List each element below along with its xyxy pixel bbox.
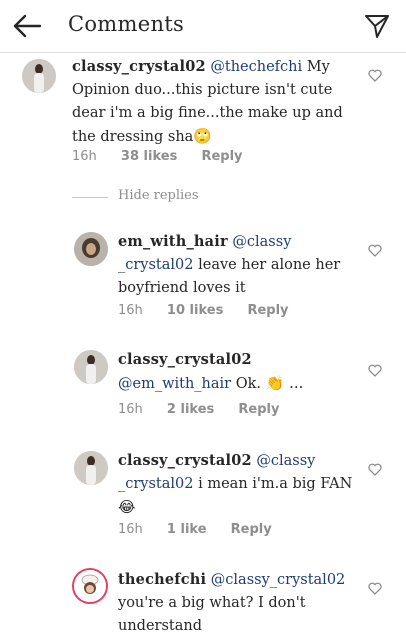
heart-icon[interactable] (368, 364, 382, 377)
reply-item: classy_crystal02 @classy _crystal02 i me… (0, 449, 406, 549)
comment-body: Ok. (231, 376, 262, 392)
likes-count[interactable]: 1 like (167, 522, 207, 537)
reply-item: em_with_hair @classy _crystal02 leave he… (0, 230, 406, 330)
comment-text: classy_crystal02 @thechefchi My Opinion … (72, 55, 364, 149)
comment-text: thechefchi @classy_crystal02 you're a bi… (118, 568, 362, 638)
comment-mention[interactable]: @classy_crystal02 (211, 572, 345, 588)
hide-replies-toggle[interactable]: Hide replies (72, 186, 272, 210)
comment-username[interactable]: classy_crystal02 (118, 452, 252, 469)
page-title: Comments (68, 12, 185, 36)
comment-time: 16h (118, 303, 143, 318)
comment-item: classy_crystal02 @thechefchi My Opinion … (0, 55, 406, 175)
comment-meta: 16h 10 likes Reply (118, 303, 309, 318)
reply-item: classy_crystal02 @em_with_hair Ok. 👏 ...… (0, 348, 406, 428)
likes-count[interactable]: 38 likes (121, 149, 177, 164)
comment-body: you're a big what? I don't understand (118, 595, 306, 634)
reply-button[interactable]: Reply (238, 402, 279, 417)
reply-button[interactable]: Reply (247, 303, 288, 318)
paper-plane-icon[interactable] (364, 13, 390, 39)
comment-text: classy_crystal02 @em_with_hair Ok. 👏 ... (118, 348, 362, 396)
clapping-hands-emoji: 👏 ... (265, 374, 304, 392)
comment-time: 16h (72, 149, 97, 164)
divider (72, 197, 108, 198)
avatar[interactable] (72, 568, 108, 604)
comment-meta: 16h 2 likes Reply (118, 402, 299, 417)
comment-body: i mean i'm.a big FAN (193, 476, 353, 492)
comment-mention[interactable]: @em_with_hair (118, 376, 231, 392)
reply-button[interactable]: Reply (231, 522, 272, 537)
comment-time: 16h (118, 522, 143, 537)
arrow-left-icon[interactable] (12, 12, 42, 40)
eye-roll-emoji: 🙄 (193, 127, 213, 145)
likes-count[interactable]: 10 likes (167, 303, 223, 318)
comment-username[interactable]: classy_crystal02 (72, 58, 206, 75)
header-bar: Comments (0, 0, 406, 53)
heart-icon[interactable] (368, 244, 382, 257)
hide-replies-label[interactable]: Hide replies (118, 188, 199, 203)
comment-username[interactable]: classy_crystal02 (118, 351, 252, 368)
comment-username[interactable]: thechefchi (118, 571, 206, 588)
comment-text: classy_crystal02 @classy _crystal02 i me… (118, 449, 362, 520)
avatar[interactable] (74, 232, 108, 266)
heart-icon[interactable] (368, 582, 382, 595)
comment-meta: 16h 1 like Reply (118, 522, 292, 537)
avatar[interactable] (74, 350, 108, 384)
reply-button[interactable]: Reply (201, 149, 242, 164)
avatar[interactable] (22, 59, 56, 93)
comment-username[interactable]: em_with_hair (118, 233, 228, 250)
comment-text: em_with_hair @classy _crystal02 leave he… (118, 230, 362, 300)
avatar[interactable] (74, 451, 108, 485)
comment-item: thechefchi @classy_crystal02 you're a bi… (0, 568, 406, 640)
heart-icon[interactable] (368, 463, 382, 476)
comment-meta: 16h 38 likes Reply (72, 149, 263, 164)
likes-count[interactable]: 2 likes (167, 402, 214, 417)
heart-icon[interactable] (368, 69, 382, 82)
comment-time: 16h (118, 402, 143, 417)
tears-of-joy-emoji: 😂 (118, 498, 136, 516)
comment-mention[interactable]: @thechefchi (210, 59, 302, 75)
